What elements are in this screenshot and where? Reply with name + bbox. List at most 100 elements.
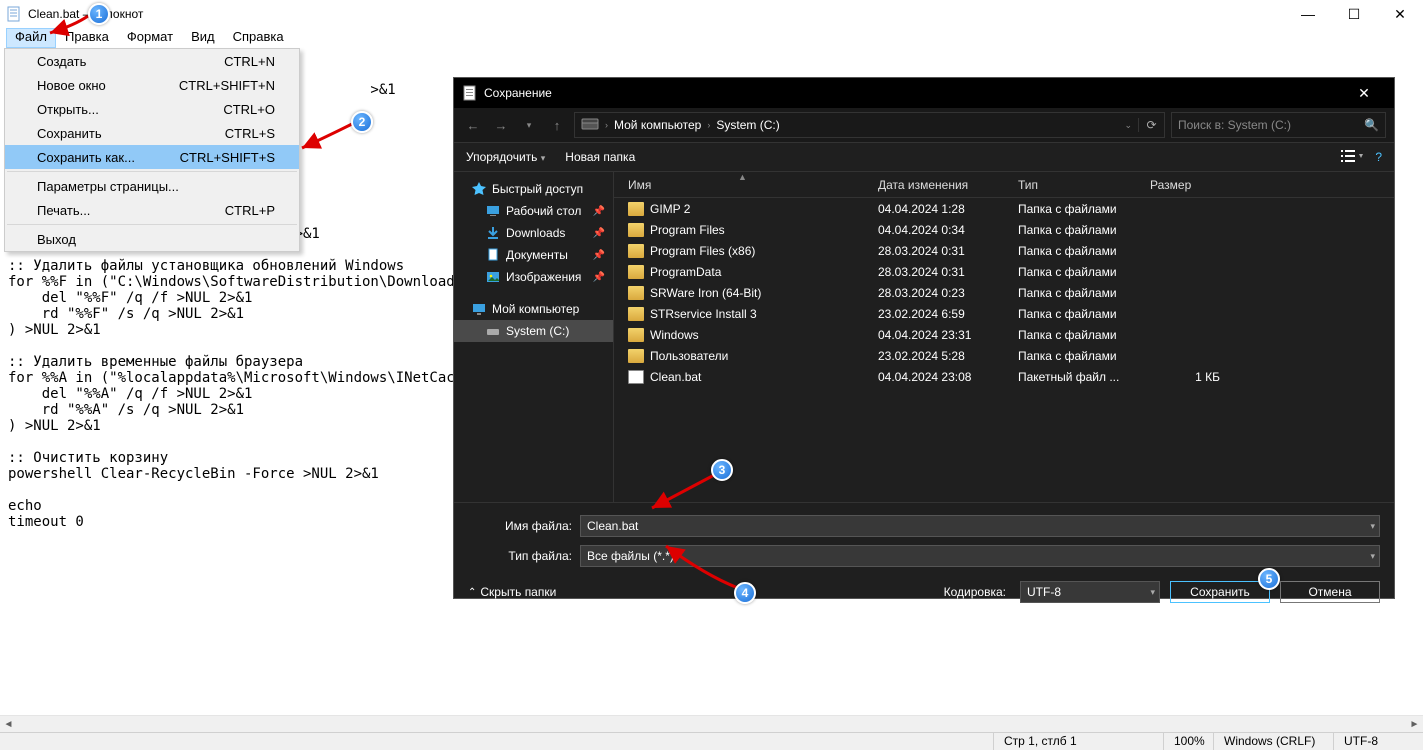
filetype-select[interactable]: Все файлы (*.*)▾: [580, 545, 1380, 567]
desktop-icon: [486, 204, 500, 218]
tree-desktop[interactable]: Рабочий стол 📌: [454, 200, 613, 222]
organize-button[interactable]: Упорядочить ▾: [466, 150, 545, 164]
documents-icon: [486, 248, 500, 262]
menu-edit[interactable]: Правка: [56, 28, 118, 48]
sort-asc-icon: ▲: [738, 172, 747, 182]
nav-history-button[interactable]: ▾: [518, 114, 540, 136]
file-type: Папка с файлами: [1018, 328, 1150, 342]
breadcrumb[interactable]: › Мой компьютер › System (C:) ⌄ ⟳: [574, 112, 1165, 138]
encoding-select[interactable]: UTF-8▾: [1020, 581, 1160, 603]
menu-item-shortcut: CTRL+O: [223, 102, 275, 117]
close-button[interactable]: ✕: [1377, 0, 1423, 28]
list-row[interactable]: ProgramData28.03.2024 0:31Папка с файлам…: [614, 261, 1394, 282]
breadcrumb-seg[interactable]: System (C:): [710, 118, 785, 132]
tree-system-c[interactable]: System (C:): [454, 320, 613, 342]
titlebar: Clean.bat — Блокнот: [0, 0, 1423, 28]
breadcrumb-seg[interactable]: Мой компьютер: [608, 118, 707, 132]
list-row[interactable]: Clean.bat 04.04.2024 23:08Пакетный файл .…: [614, 366, 1394, 387]
scroll-right-icon[interactable]: ►: [1406, 716, 1423, 733]
list-row[interactable]: Program Files (x86)28.03.2024 0:31Папка …: [614, 240, 1394, 261]
tree-downloads[interactable]: Downloads📌: [454, 222, 613, 244]
file-name: Windows: [650, 328, 699, 342]
list-row[interactable]: STRservice Install 323.02.2024 6:59Папка…: [614, 303, 1394, 324]
file-name: Clean.bat: [650, 370, 701, 384]
search-icon: 🔍: [1364, 118, 1379, 132]
col-date[interactable]: Дата изменения: [878, 178, 1018, 192]
col-size[interactable]: Размер: [1150, 178, 1230, 192]
menu-file[interactable]: Файл: [6, 28, 56, 48]
menu-separator: [7, 171, 297, 172]
drive-icon: [575, 118, 605, 133]
tree-images[interactable]: Изображения📌: [454, 266, 613, 288]
file-date: 04.04.2024 23:31: [878, 328, 1018, 342]
chevron-down-icon[interactable]: ▾: [1370, 521, 1375, 532]
file-type: Пакетный файл ...: [1018, 370, 1150, 384]
chevron-down-icon[interactable]: ▾: [1150, 587, 1155, 598]
search-input[interactable]: Поиск в: System (C:) 🔍: [1171, 112, 1386, 138]
filename-input[interactable]: Clean.bat▾: [580, 515, 1380, 537]
nav-up-button[interactable]: ↑: [546, 114, 568, 136]
save-dialog-title: Сохранение: [484, 86, 552, 100]
new-folder-button[interactable]: Новая папка: [565, 150, 635, 164]
organize-label: Упорядочить: [466, 150, 537, 164]
tree-quick-access[interactable]: Быстрый доступ: [454, 178, 613, 200]
refresh-button[interactable]: ⟳: [1138, 118, 1164, 132]
pin-icon: 📌: [593, 272, 605, 283]
help-button[interactable]: ?: [1375, 150, 1382, 164]
list-row[interactable]: Program Files04.04.2024 0:34Папка с файл…: [614, 219, 1394, 240]
menu-view[interactable]: Вид: [182, 28, 224, 48]
minimize-button[interactable]: —: [1285, 0, 1331, 28]
menu-item-exit[interactable]: Выход: [5, 227, 299, 251]
file-date: 23.02.2024 6:59: [878, 307, 1018, 321]
nav-forward-button[interactable]: →: [490, 114, 512, 136]
list-row[interactable]: GIMP 204.04.2024 1:28Папка с файлами: [614, 198, 1394, 219]
menu-item-save-as[interactable]: Сохранить как...CTRL+SHIFT+S: [5, 145, 299, 169]
menu-help[interactable]: Справка: [224, 28, 293, 48]
tree-mypc[interactable]: Мой компьютер: [454, 298, 613, 320]
menu-item-print[interactable]: Печать...CTRL+P: [5, 198, 299, 222]
chevron-down-icon[interactable]: ▾: [1370, 551, 1375, 562]
status-encoding: UTF-8: [1333, 733, 1423, 750]
menu-format[interactable]: Формат: [118, 28, 182, 48]
nav-back-button[interactable]: ←: [462, 114, 484, 136]
menu-item-label: Параметры страницы...: [37, 179, 179, 194]
menu-item-label: Открыть...: [37, 102, 99, 117]
list-row[interactable]: SRWare Iron (64-Bit)28.03.2024 0:23Папка…: [614, 282, 1394, 303]
horizontal-scrollbar[interactable]: ◄ ►: [0, 715, 1423, 732]
file-date: 04.04.2024 23:08: [878, 370, 1018, 384]
chevron-down-icon[interactable]: ⌄: [1118, 120, 1138, 131]
save-dialog-close-button[interactable]: ✕: [1342, 85, 1386, 102]
window-title: Clean.bat — Блокнот: [28, 7, 143, 21]
save-dialog-footer: ⌃Скрыть папки Кодировка: UTF-8▾ Сохранит…: [454, 581, 1394, 615]
save-button[interactable]: Сохранить: [1170, 581, 1270, 603]
menu-item-create[interactable]: СоздатьCTRL+N: [5, 49, 299, 73]
download-icon: [486, 226, 500, 240]
callout-badge-4: 4: [734, 582, 756, 604]
list-row[interactable]: Windows 04.04.2024 23:31Папка с файлами: [614, 324, 1394, 345]
folder-icon: [628, 265, 644, 279]
tree-documents[interactable]: Документы📌: [454, 244, 613, 266]
menu-item-save[interactable]: СохранитьCTRL+S: [5, 121, 299, 145]
tree-label: Рабочий стол: [506, 204, 581, 218]
file-date: 28.03.2024 0:31: [878, 265, 1018, 279]
chevron-down-icon: ▾: [541, 153, 546, 163]
menu-item-open[interactable]: Открыть... CTRL+O: [5, 97, 299, 121]
view-options-button[interactable]: [1341, 149, 1363, 166]
list-row[interactable]: Пользователи23.02.2024 5:28Папка с файла…: [614, 345, 1394, 366]
callout-badge-2: 2: [351, 111, 373, 133]
col-type[interactable]: Тип: [1018, 178, 1150, 192]
tree-label: System (C:): [506, 324, 569, 338]
col-name[interactable]: Имя▲: [628, 178, 878, 192]
status-position: Стр 1, стлб 1: [993, 733, 1163, 750]
file-type: Папка с файлами: [1018, 265, 1150, 279]
maximize-button[interactable]: ☐: [1331, 0, 1377, 28]
file-size: 1 КБ: [1150, 370, 1230, 384]
menu-item-new-window[interactable]: Новое окноCTRL+SHIFT+N: [5, 73, 299, 97]
menu-item-page-setup[interactable]: Параметры страницы...: [5, 174, 299, 198]
filetype-label: Тип файла:: [468, 549, 580, 563]
bat-file-icon: [628, 370, 644, 384]
hide-folders-button[interactable]: ⌃Скрыть папки: [468, 585, 556, 599]
cancel-button[interactable]: Отмена: [1280, 581, 1380, 603]
scroll-left-icon[interactable]: ◄: [0, 716, 17, 733]
pin-icon: 📌: [593, 206, 605, 217]
